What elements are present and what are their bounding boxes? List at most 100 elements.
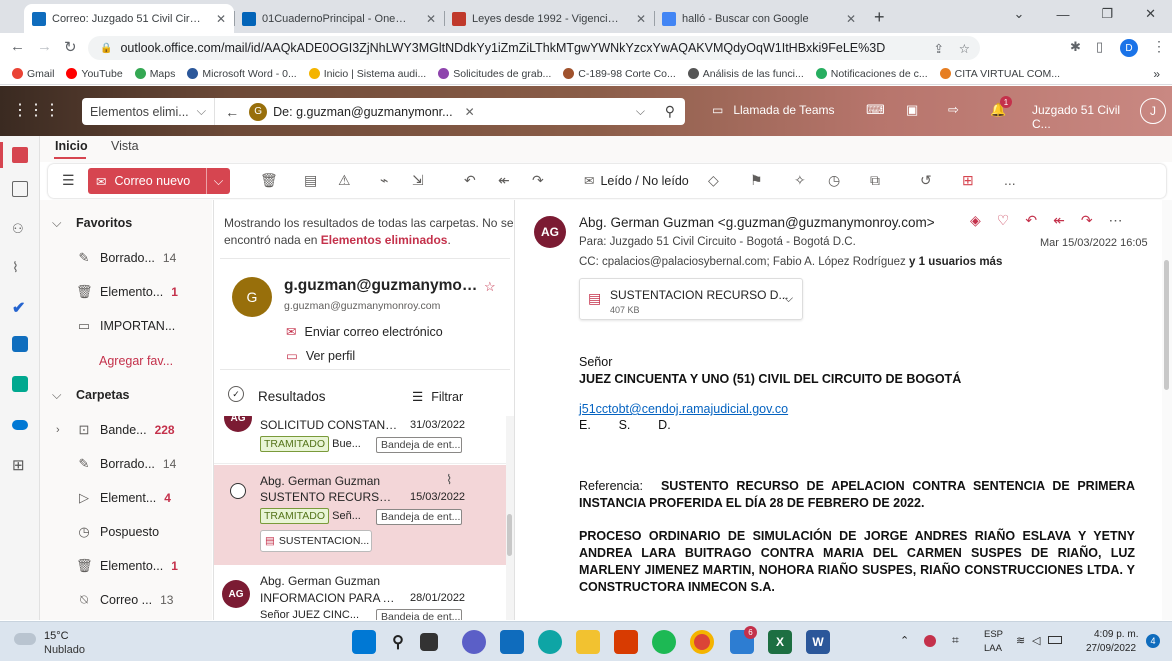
search-box[interactable]: Elementos elimi... ⌵ ← G De: g.guzman@gu… [82,98,685,125]
attachment-card[interactable]: ▤ SUSTENTACION RECURSO D... 407 KB ⌵ [579,278,803,320]
tray-app-icon[interactable] [924,635,936,647]
account-name[interactable]: Juzgado 51 Civil C... [1032,103,1132,131]
mail-icon[interactable] [12,147,28,163]
favorites-header[interactable]: ⌵ Favoritos [40,208,212,238]
onedrive-icon[interactable] [12,420,28,430]
bookmark-item[interactable]: Gmail [12,68,54,80]
menu-icon[interactable]: ⋮ [1152,38,1166,55]
close-tab-icon[interactable]: ✕ [426,12,436,26]
message-item[interactable]: AG SOLICITUD CONSTANCI... 31/03/2022 TRA… [214,416,506,464]
bookmark-star-icon[interactable]: ☆ [959,41,970,56]
more-actions-icon[interactable]: ⋯ [1109,212,1123,229]
close-tab-icon[interactable]: ✕ [216,12,226,26]
browser-tab[interactable]: Correo: Juzgado 51 Civil Circuito ✕ [24,4,234,33]
tag-icon[interactable]: ◇ [708,172,719,189]
chevron-down-icon[interactable]: ⌵ [636,104,645,119]
extensions-icon[interactable]: ✱ [1070,39,1081,55]
folder-item[interactable]: ⍉ Correo ... 13 [40,585,212,615]
reading-scrollbar[interactable] [1162,200,1172,620]
select-all-checkbox[interactable]: ✓ [228,386,244,402]
reload-icon[interactable]: ↻ [64,38,77,56]
from-line[interactable]: Abg. German Guzman <g.guzman@guzmanymonr… [579,215,935,230]
apps-icon[interactable]: ⊞ [962,172,974,189]
bookmarks-more[interactable]: » [1153,67,1160,81]
excel-icon[interactable]: X [768,630,792,654]
todo-icon[interactable]: ✔ [12,298,28,317]
mail-app-icon[interactable] [500,630,524,654]
bookmark-item[interactable]: Notificaciones de c... [815,68,928,80]
reply-all-icon[interactable]: ↞ [1053,212,1065,229]
spotify-icon[interactable] [652,630,676,654]
chat-icon[interactable]: ⌨ [866,102,885,118]
folders-header[interactable]: ⌵ Carpetas [40,380,212,410]
search-scope-dropdown[interactable]: Elementos elimi... ⌵ [82,98,216,125]
view-profile-link[interactable]: ▭ Ver perfil [286,348,355,364]
bookmark-item[interactable]: Maps [134,68,175,80]
folder-item[interactable]: ▷ Element... 4 [40,483,212,513]
folder-item[interactable]: ✎ Borrado... 14 [40,449,212,479]
snooze-icon[interactable]: ◷ [828,172,840,189]
tab-inicio[interactable]: Inicio [55,139,88,153]
battery-icon[interactable] [1048,636,1062,644]
new-tab-button[interactable]: + [874,7,885,28]
share-icon[interactable]: ⇪ [934,41,944,56]
weather-icon[interactable] [14,633,36,645]
delete-icon[interactable]: 🗑 [260,172,278,189]
chrome-icon[interactable] [690,630,714,654]
bookmark-item[interactable]: C-189-98 Corte Co... [563,68,676,80]
forward-icon[interactable]: → [37,38,52,55]
message-item[interactable]: AG Abg. German Guzman INFORMACION PARA A… [214,566,506,620]
chevron-right-icon[interactable]: › [56,424,60,436]
add-favorite-link[interactable]: Agregar fav... [40,346,212,376]
folder-item[interactable]: 🗑 Elemento... 1 [40,551,212,581]
list-scroll-thumb[interactable] [507,514,512,556]
browser-tab[interactable]: 01CuadernoPrincipal - OneDrive ✕ [234,4,444,33]
app-launcher-icon[interactable]: ⋮⋮⋮ [12,100,60,120]
report-icon[interactable]: ⚠ [338,172,351,189]
filter-button[interactable]: ☰ Filtrar [412,389,463,405]
weather-temp[interactable]: 15°C [44,630,69,642]
read-unread-button[interactable]: ✉ Leído / No leído [584,173,689,189]
profile-avatar[interactable]: D [1120,39,1138,57]
send-email-link[interactable]: ✉ Enviar correo electrónico [286,324,443,340]
undo-icon[interactable]: ↺ [920,172,932,189]
move-icon[interactable]: ⇲ [412,172,424,189]
forward-mail-icon[interactable]: ↷ [532,172,544,189]
address-bar[interactable]: 🔒 outlook.office.com/mail/id/AAQkADE0OGI… [88,36,980,60]
folder-item[interactable]: ◷ Pospuesto [40,517,212,547]
bookmark-item[interactable]: Microsoft Word - 0... [187,68,297,80]
restore-button[interactable]: ❐ [1101,6,1113,22]
new-mail-dropdown[interactable]: ⌵ [206,168,230,194]
reply-icon[interactable]: ↶ [464,172,476,189]
forward-mail-icon[interactable]: ↷ [1081,212,1093,229]
bookmark-item[interactable]: YouTube [66,68,123,80]
search-icon[interactable]: ⚲ [386,630,410,654]
contact-avatar[interactable]: G [232,277,272,317]
bookmark-item[interactable]: CITA VIRTUAL COM... [939,68,1060,80]
judge-email-link[interactable]: j51cctobt@cendoj.ramajudicial.gov.co [579,402,1135,416]
new-mail-button[interactable]: ✉ Correo nuevo ⌵ [88,168,230,194]
tab-search-icon[interactable]: ⌄ [1014,6,1025,22]
attachment-chip[interactable]: ▤ SUSTENTACION... [260,530,372,552]
bookmark-item[interactable]: Inicio | Sistema audi... [308,68,426,80]
bookmark-item[interactable]: Análisis de las funci... [687,68,804,80]
browser-tab[interactable]: halló - Buscar con Google ✕ [654,4,864,33]
search-chip[interactable]: G De: g.guzman@guzmanymonr... ✕ [249,102,475,121]
chevron-down-icon[interactable]: ⌵ [784,291,793,306]
close-window-button[interactable]: ✕ [1145,6,1156,22]
close-tab-icon[interactable]: ✕ [846,12,856,26]
feedback-icon[interactable]: ⇨ [948,102,959,118]
calendar-icon[interactable] [12,181,28,197]
sensitivity-icon[interactable]: ◈ [970,212,981,229]
flag-icon[interactable]: ⚑ [750,172,763,189]
back-arrow-icon[interactable]: ← [225,104,239,120]
folder-item[interactable]: ✎ Borrado... 14 [40,243,212,273]
reading-scroll-thumb[interactable] [1164,260,1169,390]
favorite-star-icon[interactable]: ☆ [484,279,496,295]
tab-vista[interactable]: Vista [111,139,139,153]
back-icon[interactable]: ← [10,38,25,55]
sweep-icon[interactable]: ⌁ [380,172,388,189]
pin-icon[interactable]: ✧ [794,172,806,189]
contact-name[interactable]: g.guzman@guzmanymonr... [284,277,480,295]
teams-chat-icon[interactable] [462,630,486,654]
